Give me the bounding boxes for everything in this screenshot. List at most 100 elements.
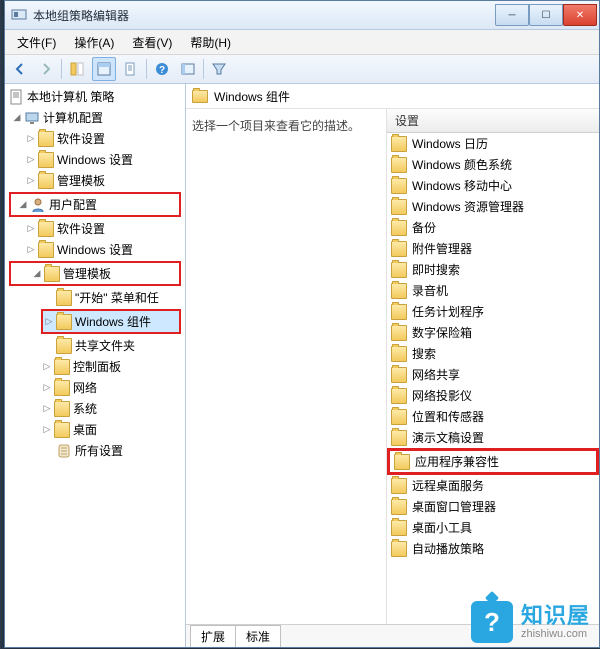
list-item[interactable]: 位置和传感器 [387, 406, 599, 427]
show-hide-tree-button[interactable] [66, 58, 88, 80]
maximize-button[interactable]: ☐ [529, 4, 563, 26]
list-item[interactable]: 即时搜索 [387, 259, 599, 280]
options-button[interactable] [177, 58, 199, 80]
folder-icon [391, 304, 407, 320]
filter-button[interactable] [208, 58, 230, 80]
expand-icon[interactable]: ▷ [41, 361, 53, 372]
list-item[interactable]: 桌面窗口管理器 [387, 496, 599, 517]
tree-label: Windows 组件 [75, 313, 151, 330]
list-item[interactable]: Windows 颜色系统 [387, 154, 599, 175]
list-item-label: 演示文稿设置 [412, 429, 484, 446]
tree-label: 管理模板 [57, 172, 105, 189]
tree-root[interactable]: 本地计算机 策略 [5, 86, 185, 107]
tree-cpl[interactable]: ▷ 控制面板 [5, 356, 185, 377]
list-item[interactable]: 录音机 [387, 280, 599, 301]
settings-column-header[interactable]: 设置 [387, 109, 599, 133]
list-item[interactable]: 远程桌面服务 [387, 475, 599, 496]
tree-desktop[interactable]: ▷ 桌面 [5, 419, 185, 440]
list-item-label: 位置和传感器 [412, 408, 484, 425]
list-item[interactable]: 网络投影仪 [387, 385, 599, 406]
scroll-icon [56, 443, 72, 459]
back-button[interactable] [9, 58, 31, 80]
list-item[interactable]: 备份 [387, 217, 599, 238]
list-item[interactable]: Windows 移动中心 [387, 175, 599, 196]
expand-icon[interactable]: ▷ [25, 133, 37, 144]
expand-icon[interactable]: ▷ [25, 244, 37, 255]
list-item[interactable]: Windows 资源管理器 [387, 196, 599, 217]
list-item[interactable]: 网络共享 [387, 364, 599, 385]
list-item[interactable]: 附件管理器 [387, 238, 599, 259]
folder-icon [391, 157, 407, 173]
folder-icon [391, 325, 407, 341]
tree-label: Windows 设置 [57, 241, 133, 258]
list-item[interactable]: 任务计划程序 [387, 301, 599, 322]
tree-all-settings[interactable]: 所有设置 [5, 440, 185, 461]
toolbar-sep-2 [146, 59, 147, 79]
description-column: 选择一个项目来查看它的描述。 [186, 109, 387, 624]
folder-icon [391, 367, 407, 383]
tree-user-config[interactable]: ◢ 用户配置 [11, 194, 179, 215]
watermark: ? 知识屋 zhishiwu.com [471, 601, 590, 643]
folder-icon [391, 262, 407, 278]
list-item[interactable]: Windows 日历 [387, 133, 599, 154]
folder-icon [54, 422, 70, 438]
tree-system[interactable]: ▷ 系统 [5, 398, 185, 419]
highlight-win-components: ▷ Windows 组件 [41, 309, 181, 334]
folder-icon [192, 90, 208, 103]
list-item[interactable]: 桌面小工具 [387, 517, 599, 538]
highlight-user-config: ◢ 用户配置 [9, 192, 181, 217]
minimize-button[interactable]: ─ [495, 4, 529, 26]
tree-user-software[interactable]: ▷ 软件设置 [5, 218, 185, 239]
expand-icon[interactable]: ▷ [41, 403, 53, 414]
folder-icon [54, 401, 70, 417]
expand-icon[interactable]: ▷ [43, 316, 55, 327]
list-item-label: 远程桌面服务 [412, 477, 484, 494]
menu-help[interactable]: 帮助(H) [182, 32, 239, 53]
expand-icon[interactable]: ▷ [41, 424, 53, 435]
expand-icon[interactable]: ▷ [25, 223, 37, 234]
show-hide-action-button[interactable] [92, 57, 116, 81]
tree-computer-config[interactable]: ◢ 计算机配置 [5, 107, 185, 128]
settings-list[interactable]: 设置 Windows 日历Windows 颜色系统Windows 移动中心Win… [387, 109, 599, 624]
forward-button[interactable] [35, 58, 57, 80]
folder-icon [391, 541, 407, 557]
list-item[interactable]: 数字保险箱 [387, 322, 599, 343]
menu-view[interactable]: 查看(V) [124, 32, 180, 53]
expand-icon[interactable]: ▷ [41, 382, 53, 393]
tree-label: 网络 [73, 379, 97, 396]
tree-shared[interactable]: 共享文件夹 [5, 335, 185, 356]
menu-file[interactable]: 文件(F) [9, 32, 64, 53]
list-item[interactable]: 演示文稿设置 [387, 427, 599, 448]
tree-label: 系统 [73, 400, 97, 417]
collapse-icon[interactable]: ◢ [31, 268, 43, 279]
folder-icon [56, 314, 72, 330]
menu-action[interactable]: 操作(A) [66, 32, 122, 53]
toolbar-sep-3 [203, 59, 204, 79]
folder-icon [38, 242, 54, 258]
tab-extended[interactable]: 扩展 [190, 625, 236, 647]
tree-network[interactable]: ▷ 网络 [5, 377, 185, 398]
help-button[interactable]: ? [151, 58, 173, 80]
tree-comp-software[interactable]: ▷ 软件设置 [5, 128, 185, 149]
list-item[interactable]: 应用程序兼容性 [387, 448, 599, 475]
folder-icon [54, 359, 70, 375]
collapse-icon[interactable]: ◢ [11, 112, 23, 123]
close-button[interactable]: ✕ [563, 4, 597, 26]
tree-comp-admin[interactable]: ▷ 管理模板 [5, 170, 185, 191]
tree-label: "开始" 菜单和任 [75, 289, 159, 306]
collapse-icon[interactable]: ◢ [17, 199, 29, 210]
expand-icon[interactable]: ▷ [25, 154, 37, 165]
tree-startmenu[interactable]: "开始" 菜单和任 [5, 287, 185, 308]
list-item[interactable]: 搜索 [387, 343, 599, 364]
folder-icon [391, 478, 407, 494]
tree-win-components[interactable]: ▷ Windows 组件 [43, 311, 179, 332]
details-title: Windows 组件 [214, 88, 290, 105]
tree-pane[interactable]: 本地计算机 策略 ◢ 计算机配置 ▷ 软件设置 ▷ Windows 设置 ▷ 管… [5, 84, 186, 647]
tab-standard[interactable]: 标准 [235, 625, 281, 647]
list-item[interactable]: 自动播放策略 [387, 538, 599, 559]
tree-user-admin[interactable]: ◢ 管理模板 [11, 263, 179, 284]
tree-user-win[interactable]: ▷ Windows 设置 [5, 239, 185, 260]
export-button[interactable] [120, 58, 142, 80]
expand-icon[interactable]: ▷ [25, 175, 37, 186]
tree-comp-win[interactable]: ▷ Windows 设置 [5, 149, 185, 170]
